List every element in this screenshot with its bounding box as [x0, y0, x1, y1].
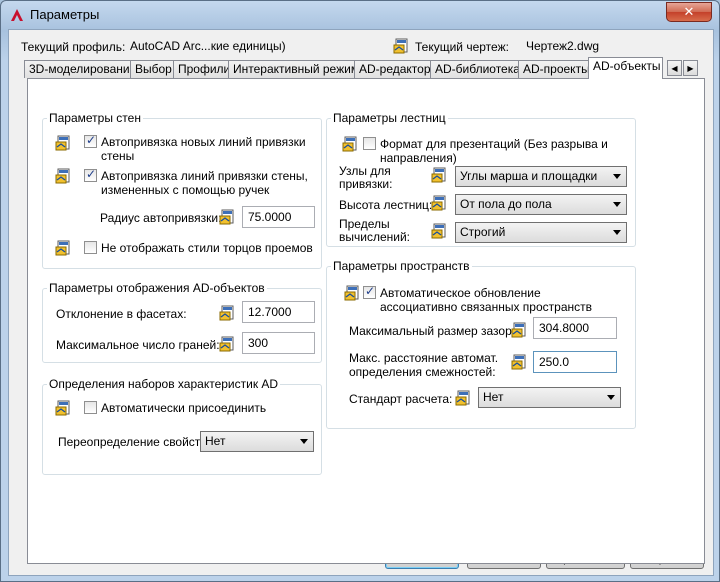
autocad-logo-icon [11, 9, 23, 21]
facet-deviation-label: Отклонение в фасетах: [56, 307, 187, 321]
calc-limits-label-2: вычислений: [339, 230, 410, 244]
calc-standard-value: Нет [483, 390, 504, 404]
auto-update-spaces-label-2: ассоциативно связанных пространств [380, 300, 592, 314]
drawing-file-icon [55, 400, 71, 416]
tab-selection[interactable]: Выбор [130, 60, 174, 78]
auto-update-spaces-label: Автоматическое обновление [380, 286, 541, 300]
snap-changed-lines-label: Автопривязка линий привязки стены, [101, 169, 308, 183]
hide-end-styles-checkbox[interactable] [84, 241, 97, 254]
tab-ad-projects[interactable]: AD-проекты [518, 60, 590, 78]
current-drawing-value: Чертеж2.dwg [526, 39, 600, 53]
property-override-value: Нет [205, 434, 226, 448]
drawing-file-icon [219, 209, 235, 225]
max-gap-label: Максимальный размер зазора: [349, 324, 522, 338]
calc-limits-value: Строгий [460, 225, 506, 239]
close-button[interactable]: ✕ [666, 2, 712, 22]
drawing-file-icon [511, 354, 527, 370]
drawing-file-icon [455, 390, 471, 406]
max-gap-input[interactable]: 304.8000 [533, 317, 617, 339]
auto-update-spaces-checkbox[interactable] [363, 284, 376, 299]
property-sets-group: Определения наборов характеристик AD [42, 377, 322, 475]
drawing-file-icon [511, 322, 527, 338]
stair-height-label: Высота лестниц: [339, 198, 433, 212]
stair-settings-title: Параметры лестниц [333, 111, 446, 125]
tab-profiles[interactable]: Профили [173, 60, 230, 78]
drawing-file-icon [344, 285, 360, 301]
snap-nodes-label: Узлы для [339, 164, 391, 178]
snap-radius-input[interactable]: 75.0000 [242, 206, 315, 228]
tab-scroll-right-icon[interactable]: ▶ [683, 60, 698, 76]
chevron-down-icon [613, 202, 621, 207]
max-faces-input[interactable]: 300 [242, 332, 315, 354]
drawing-file-icon [55, 168, 71, 184]
drawing-file-icon [219, 336, 235, 352]
snap-radius-label: Радиус автопривязки: [100, 211, 222, 225]
snap-changed-lines-checkbox[interactable] [84, 167, 97, 182]
property-override-select[interactable]: Нет [200, 431, 314, 452]
drawing-file-icon [55, 240, 71, 256]
presentation-format-checkbox[interactable] [363, 137, 376, 150]
snap-nodes-value: Углы марша и площадки [460, 169, 598, 183]
window-title: Параметры [30, 7, 100, 22]
facet-deviation-input[interactable]: 12.7000 [242, 301, 315, 323]
max-adjacency-distance-label: Макс. расстояние автомат. [349, 351, 499, 365]
drawing-file-icon [393, 38, 409, 54]
max-adjacency-distance-label-2: определения смежностей: [349, 365, 496, 379]
presentation-format-label-2: направления) [380, 151, 457, 165]
drawing-file-icon [431, 195, 447, 211]
auto-attach-checkbox[interactable] [84, 401, 97, 414]
snap-nodes-select[interactable]: Углы марша и площадки [455, 166, 627, 187]
property-sets-title: Определения наборов характеристик AD [49, 377, 279, 391]
snap-new-lines-label: Автопривязка новых линий привязки [101, 135, 306, 149]
stair-height-select[interactable]: От пола до пола [455, 194, 627, 215]
current-profile-value: AutoCAD Arc...кие единицы) [130, 39, 286, 53]
drawing-file-icon [55, 135, 71, 151]
tab-ad-objects[interactable]: AD-объекты [588, 57, 663, 79]
current-drawing-label: Текущий чертеж: [415, 40, 509, 54]
dialog-client: Текущий профиль: AutoCAD Arc...кие едини… [8, 29, 714, 576]
ad-display-title: Параметры отображения AD-объектов [49, 281, 265, 295]
property-override-label: Переопределение свойств [58, 435, 207, 449]
calc-limits-label: Пределы [339, 217, 390, 231]
tab-ad-editor[interactable]: AD-редактор [354, 60, 431, 78]
presentation-format-label: Формат для презентаций (Без разрыва и [380, 137, 608, 151]
ad-objects-tab-panel: Параметры стен Автопривязка новых линий … [27, 78, 705, 564]
title-bar[interactable]: Параметры ✕ [1, 1, 719, 29]
chevron-down-icon [613, 230, 621, 235]
drawing-file-icon [342, 136, 358, 152]
space-settings-title: Параметры пространств [333, 259, 470, 273]
chevron-down-icon [613, 174, 621, 179]
calc-standard-label: Стандарт расчета: [349, 392, 453, 406]
tab-3d-modeling[interactable]: 3D-моделирование [24, 60, 136, 78]
tab-scroll-left-icon[interactable]: ◀ [667, 60, 682, 76]
wall-settings-title: Параметры стен [49, 111, 141, 125]
hide-end-styles-label: Не отображать стили торцов проемов [101, 241, 313, 255]
snap-nodes-label-2: привязки: [339, 177, 393, 191]
max-faces-label: Максимальное число граней: [56, 338, 220, 352]
snap-new-lines-label-2: стены [101, 149, 135, 163]
tab-interactive-mode[interactable]: Интерактивный режим [228, 60, 359, 78]
tab-ad-library[interactable]: AD-библиотека [430, 60, 520, 78]
drawing-file-icon [431, 167, 447, 183]
drawing-file-icon [431, 223, 447, 239]
auto-attach-label: Автоматически присоединить [101, 401, 267, 415]
calc-standard-select[interactable]: Нет [478, 387, 621, 408]
drawing-file-icon [219, 305, 235, 321]
options-dialog: Параметры ✕ Текущий профиль: AutoCAD Arc… [0, 0, 720, 582]
snap-changed-lines-label-2: измененных с помощью ручек [101, 183, 270, 197]
chevron-down-icon [607, 395, 615, 400]
snap-new-lines-checkbox[interactable] [84, 133, 97, 148]
current-profile-label: Текущий профиль: [21, 40, 126, 54]
max-adjacency-distance-input[interactable]: 250.0 [533, 351, 617, 373]
chevron-down-icon [300, 439, 308, 444]
calc-limits-select[interactable]: Строгий [455, 222, 627, 243]
stair-height-value: От пола до пола [460, 197, 552, 211]
